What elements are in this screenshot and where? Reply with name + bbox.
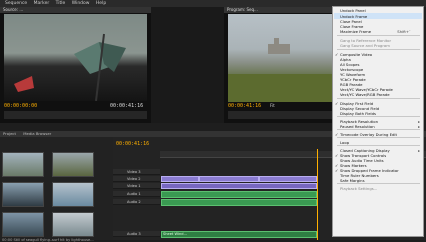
menu-sequence[interactable]: Sequence bbox=[5, 1, 27, 6]
menu-help[interactable]: Help bbox=[96, 1, 106, 6]
project-panel: Project Media Browser 00:00 Still of sea… bbox=[0, 131, 113, 242]
source-transport-controls[interactable] bbox=[4, 111, 147, 119]
clip-thumbnail[interactable] bbox=[52, 152, 94, 177]
source-video-frame bbox=[4, 14, 147, 101]
menu-item[interactable]: Vect/YC Wave/RGB Parade bbox=[340, 92, 390, 97]
track-header-video-1[interactable]: Video 1 bbox=[113, 183, 160, 189]
menu-separator bbox=[337, 98, 420, 99]
menu-item[interactable]: Undock Panel bbox=[340, 8, 366, 13]
audio-clip-label: Sheet Wind... bbox=[163, 232, 187, 236]
submenu-arrow-icon: ▸ bbox=[418, 148, 420, 153]
menu-marker[interactable]: Marker bbox=[34, 1, 50, 6]
program-monitor-tab[interactable]: Program: Seq... bbox=[224, 7, 332, 13]
clip-thumbnail[interactable] bbox=[2, 212, 44, 237]
menu-separator bbox=[337, 116, 420, 117]
track-header-video-3[interactable]: Video 3 bbox=[113, 169, 160, 175]
menu-title[interactable]: Title bbox=[56, 1, 66, 6]
castle-image bbox=[228, 38, 332, 102]
menu-shortcut: Shift+` bbox=[397, 29, 411, 34]
clip-thumbnail[interactable] bbox=[52, 182, 94, 207]
menu-separator bbox=[337, 49, 420, 50]
video-clip[interactable] bbox=[161, 183, 317, 189]
timeline-timecode: 00:00:41:16 bbox=[116, 141, 150, 147]
menu-item[interactable]: Paused Resolution bbox=[340, 124, 375, 129]
menu-item[interactable]: Maximize Frame bbox=[340, 29, 371, 34]
track-header-audio-2[interactable]: Audio 2 bbox=[113, 199, 160, 205]
tab-media-browser[interactable]: Media Browser bbox=[23, 131, 51, 136]
clip-thumbnail[interactable] bbox=[2, 152, 44, 177]
source-timecode-left: 00:00:00:00 bbox=[4, 103, 38, 109]
program-transport-controls[interactable] bbox=[228, 111, 332, 119]
checkmark-icon: ✓ bbox=[335, 101, 339, 106]
audio-clip[interactable] bbox=[161, 191, 317, 198]
checkmark-icon: ✓ bbox=[335, 132, 339, 137]
program-video-frame bbox=[228, 14, 332, 102]
tab-project[interactable]: Project bbox=[3, 131, 16, 136]
menu-separator bbox=[337, 129, 420, 130]
clip-label: surf hit by lighthouse... bbox=[52, 238, 94, 242]
track-header-video-2[interactable]: Video 2 bbox=[113, 176, 160, 182]
checkmark-icon: ✓ bbox=[335, 52, 339, 57]
menu-item[interactable]: Loop bbox=[340, 140, 349, 145]
video-clip[interactable] bbox=[161, 176, 199, 182]
clip-thumbnail[interactable] bbox=[52, 212, 94, 237]
playhead[interactable] bbox=[317, 149, 318, 240]
tools-panel bbox=[151, 7, 224, 123]
program-fit-select[interactable]: Fit bbox=[270, 103, 275, 108]
menu-item: Gang Source and Program bbox=[340, 43, 390, 48]
menu-item[interactable]: Timecode Overlay During Edit bbox=[340, 132, 397, 137]
program-timecode: 00:00:41:16 bbox=[228, 103, 262, 109]
checkmark-icon: ✓ bbox=[335, 153, 339, 158]
menu-item[interactable]: Display Both Fields bbox=[340, 111, 376, 116]
menu-item: Playback Settings... bbox=[340, 186, 378, 191]
video-clip[interactable] bbox=[199, 176, 259, 182]
source-timecode-right: 00:00:41:16 bbox=[110, 103, 144, 109]
menu-item[interactable]: Safe Margins bbox=[340, 178, 365, 183]
menu-separator bbox=[337, 35, 420, 36]
track-header-audio-3[interactable]: Audio 3 bbox=[113, 231, 160, 237]
audio-clip[interactable] bbox=[161, 199, 317, 206]
menu-separator bbox=[337, 183, 420, 184]
video-clip[interactable] bbox=[259, 176, 317, 182]
source-monitor-tab[interactable]: Source: ... bbox=[0, 7, 151, 13]
clip-thumbnail[interactable] bbox=[2, 182, 44, 207]
flag-image bbox=[14, 33, 126, 101]
panel-context-menu: Undock Panel Undock Frame Close Panel Close… bbox=[332, 6, 424, 237]
clip-label: 00:00 Still of seagull flying... bbox=[2, 238, 54, 242]
checkmark-icon: ✓ bbox=[335, 168, 339, 173]
menu-window[interactable]: Window bbox=[72, 1, 90, 6]
submenu-arrow-icon: ▸ bbox=[418, 124, 420, 129]
menu-separator bbox=[337, 145, 420, 146]
track-header-audio-1[interactable]: Audio 1 bbox=[113, 191, 160, 197]
menu-separator bbox=[337, 137, 420, 138]
